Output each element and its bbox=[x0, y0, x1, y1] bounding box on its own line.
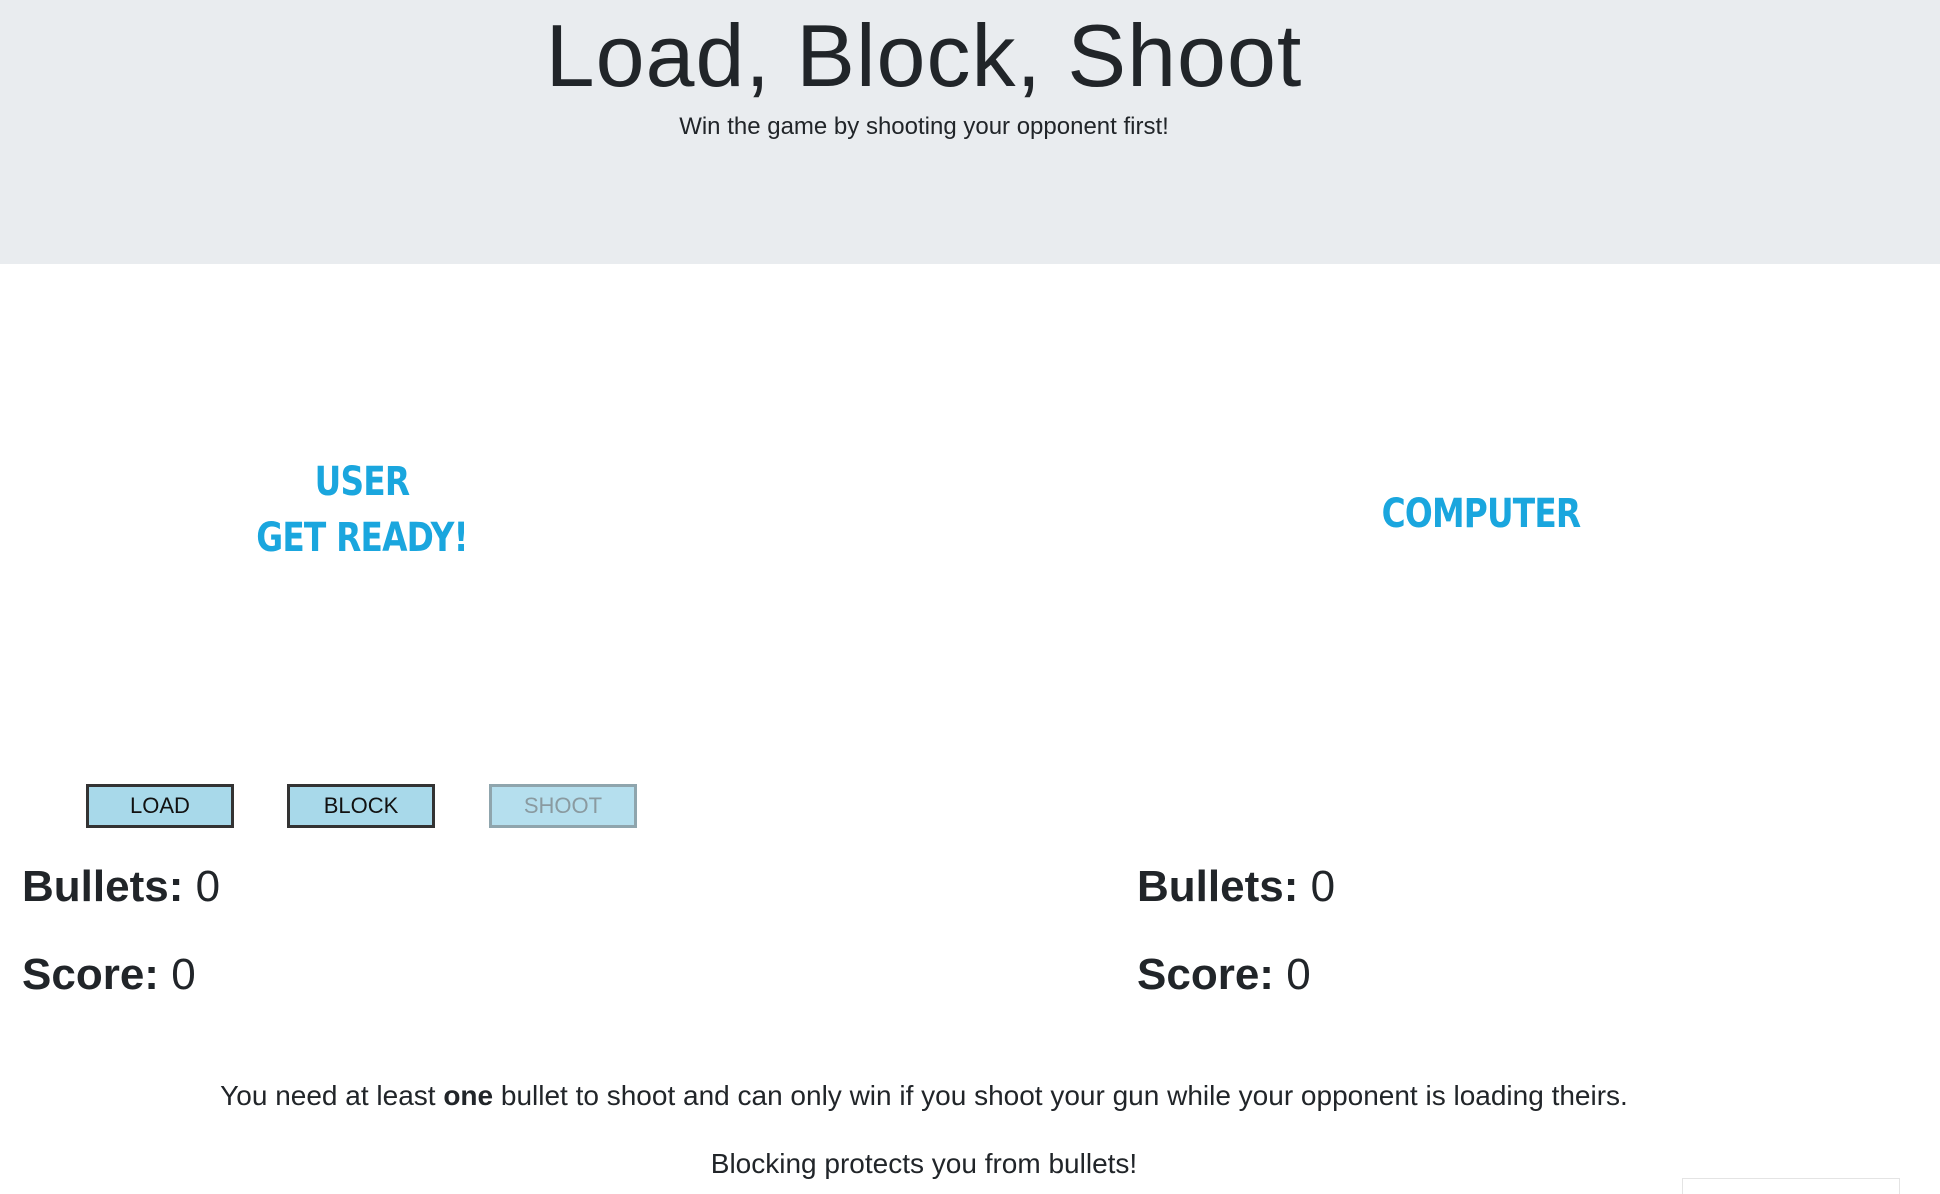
user-label: USER bbox=[314, 459, 410, 505]
computer-bullets-label: Bullets: bbox=[1137, 862, 1299, 911]
user-bullets-label: Bullets: bbox=[22, 862, 184, 911]
instructions-block: Blocking protects you from bullets! bbox=[710, 1148, 1138, 1179]
os-watermark bbox=[1682, 1178, 1900, 1194]
user-score-label: Score: bbox=[22, 950, 159, 999]
computer-score-label: Score: bbox=[1137, 950, 1274, 999]
computer-score-value: 0 bbox=[1286, 950, 1311, 999]
instructions-emphasis: one bbox=[443, 1080, 494, 1111]
computer-score: Score: 0 bbox=[1137, 948, 1311, 1002]
page-subtitle: Win the game by shooting your opponent f… bbox=[679, 113, 1169, 140]
user-ready-label: GET READY! bbox=[256, 515, 468, 561]
page-title: Load, Block, Shoot bbox=[545, 6, 1303, 105]
block-button[interactable]: BLOCK bbox=[287, 784, 435, 828]
load-button[interactable]: LOAD bbox=[86, 784, 234, 828]
shoot-button[interactable]: SHOOT bbox=[489, 784, 637, 828]
computer-status-graphic: COMPUTER bbox=[1346, 486, 1617, 542]
computer-label: COMPUTER bbox=[1381, 491, 1582, 537]
instructions-shoot: You need at least one bullet to shoot an… bbox=[0, 1078, 1848, 1114]
computer-bullets-value: 0 bbox=[1310, 862, 1336, 911]
user-score: Score: 0 bbox=[22, 948, 196, 1002]
user-bullets-value: 0 bbox=[195, 862, 221, 911]
instructions-text-start: You need at least bbox=[220, 1080, 436, 1111]
user-score-value: 0 bbox=[171, 950, 196, 999]
computer-bullets: Bullets: 0 bbox=[1137, 860, 1335, 914]
game-page: Load, Block, Shoot Win the game by shoot… bbox=[0, 0, 1940, 1194]
instructions-text-end: bullet to shoot and can only win if you … bbox=[500, 1080, 1628, 1111]
user-bullets: Bullets: 0 bbox=[22, 860, 220, 914]
user-status-graphic: USER GET READY! bbox=[229, 454, 495, 566]
header-banner: Load, Block, Shoot Win the game by shoot… bbox=[0, 0, 1940, 264]
